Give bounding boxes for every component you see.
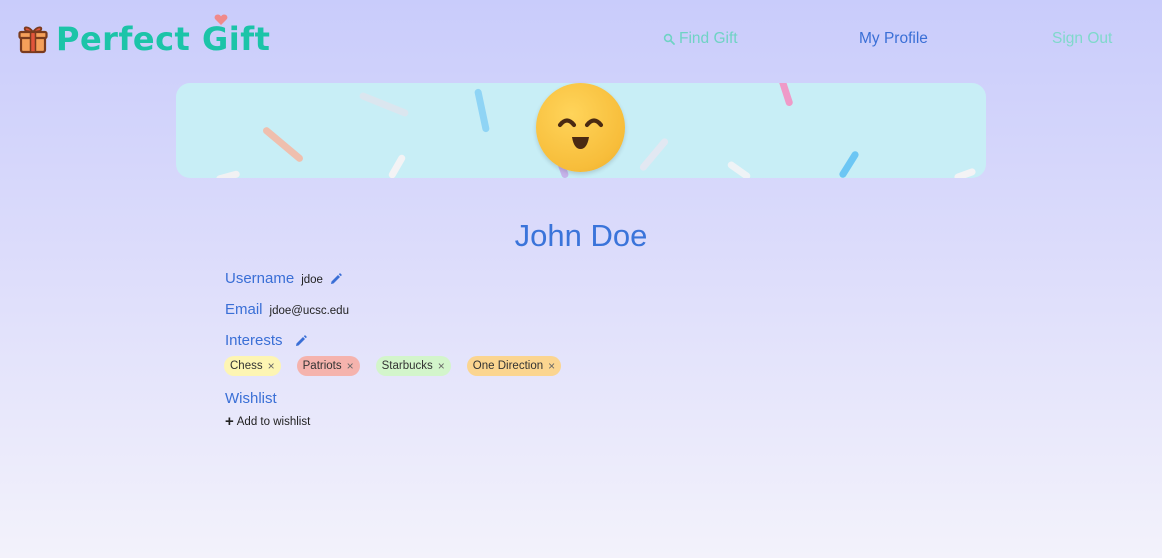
profile-name: John Doe [514,218,648,253]
interest-chip: Patriots × [296,356,360,376]
interest-chip-label: One Direction [472,360,544,372]
username-value: jdoe [301,274,323,286]
remove-icon[interactable]: × [347,359,354,373]
wishlist-label: Wishlist [225,390,277,407]
search-icon [663,33,675,45]
interest-chip: One Direction × [466,356,562,376]
nav-find-gift-label: Find Gift [679,30,738,47]
interest-chip: Chess × [224,356,281,376]
interest-chip-label: Starbucks [381,360,433,372]
nav-sign-out[interactable]: Sign Out [1052,30,1112,48]
sprinkle [261,125,305,164]
edit-interests-icon[interactable] [295,334,307,347]
logo-text: Perfect Gift [56,20,271,58]
sprinkle [838,149,860,178]
sprinkle [387,153,407,178]
remove-icon[interactable]: × [268,359,275,373]
sprinkle [778,83,794,107]
sprinkle [638,136,670,173]
top-nav: Perfect Gift Find Gift My Profile Sign O… [0,0,1162,78]
wishlist-row: Wishlist [225,390,277,407]
email-value: jdoe@ucsc.edu [269,305,349,317]
nav-find-gift[interactable]: Find Gift [663,30,738,48]
plus-icon: + [225,413,234,430]
email-row: Email jdoe@ucsc.edu [225,301,349,318]
interest-chip: Starbucks × [375,356,451,376]
email-label: Email [225,301,263,318]
sprinkle [215,170,241,178]
remove-icon[interactable]: × [438,359,445,373]
interests-row: Interests [225,332,307,349]
add-to-wishlist-label: Add to wishlist [236,416,311,428]
interests-label: Interests [225,332,283,349]
username-row: Username jdoe [225,270,342,287]
sprinkle [358,91,410,118]
sprinkle [726,160,752,178]
sprinkle [953,167,977,178]
remove-icon[interactable]: × [548,359,555,373]
edit-username-icon[interactable] [330,272,342,285]
logo[interactable]: Perfect Gift [18,14,271,58]
gift-icon [18,26,48,54]
profile-avatar [536,83,625,172]
sprinkle [474,88,490,133]
add-to-wishlist-button[interactable]: + Add to wishlist [225,413,311,430]
nav-my-profile[interactable]: My Profile [859,30,928,48]
interest-chip-label: Chess [230,360,263,372]
username-label: Username [225,270,295,287]
interests-list: Chess × Patriots × Starbucks × One Direc… [224,356,562,376]
interest-chip-label: Patriots [302,360,342,372]
heart-icon [214,14,228,25]
smiling-face-icon [557,118,604,149]
